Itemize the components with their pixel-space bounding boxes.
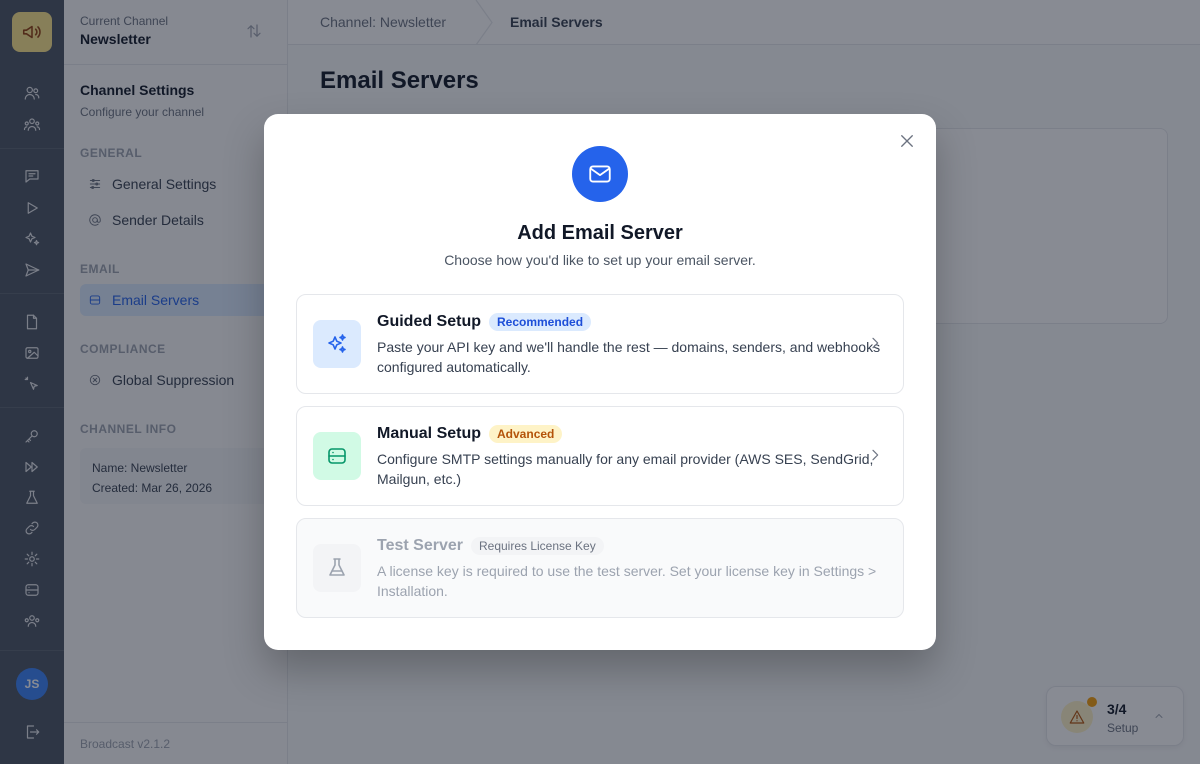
license-required-badge: Requires License Key xyxy=(470,537,604,555)
mail-icon xyxy=(572,146,628,202)
sparkles-icon xyxy=(313,320,361,368)
flask-icon xyxy=(313,544,361,592)
modal-title: Add Email Server xyxy=(517,222,683,244)
add-email-server-modal: Add Email Server Choose how you'd like t… xyxy=(264,114,936,650)
modal-subtitle: Choose how you'd like to set up your ema… xyxy=(444,252,756,268)
option-title: Test Server xyxy=(377,537,463,554)
manual-setup-option[interactable]: Manual Setup Advanced Configure SMTP set… xyxy=(296,406,904,506)
chevron-right-icon xyxy=(867,447,885,465)
option-description: Paste your API key and we'll handle the … xyxy=(377,339,881,375)
close-icon[interactable] xyxy=(898,132,918,152)
recommended-badge: Recommended xyxy=(489,313,592,331)
guided-setup-option[interactable]: Guided Setup Recommended Paste your API … xyxy=(296,294,904,394)
advanced-badge: Advanced xyxy=(489,425,563,443)
option-description: A license key is required to use the tes… xyxy=(377,563,877,599)
test-server-option: Test Server Requires License Key A licen… xyxy=(296,518,904,618)
server-icon xyxy=(313,432,361,480)
option-description: Configure SMTP settings manually for any… xyxy=(377,451,874,487)
option-title: Guided Setup xyxy=(377,313,481,330)
chevron-right-icon xyxy=(867,335,885,353)
option-title: Manual Setup xyxy=(377,425,482,442)
